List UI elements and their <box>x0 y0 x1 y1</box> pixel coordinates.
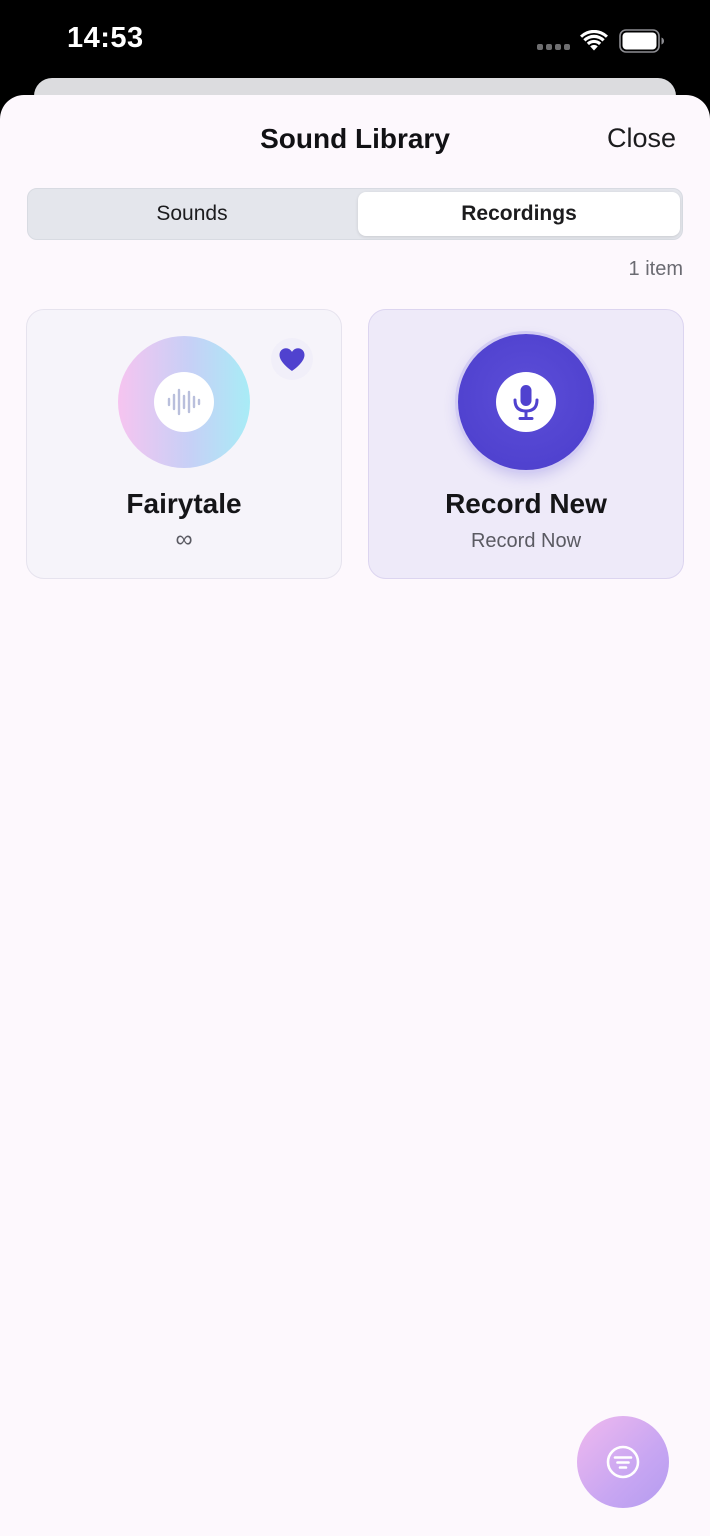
status-time: 14:53 <box>67 22 144 54</box>
card-title: Fairytale <box>126 488 242 519</box>
filter-icon <box>606 1445 640 1479</box>
card-subtitle: Record Now <box>470 530 582 552</box>
segmented-control: Sounds Recordings <box>27 188 683 240</box>
tab-sounds[interactable]: Sounds <box>31 192 353 236</box>
recording-card-fairytale[interactable]: Fairytale ∞ <box>26 309 342 579</box>
status-bar: 14:53 <box>0 0 710 80</box>
battery-icon <box>619 29 664 53</box>
record-new-card[interactable]: Record New Record Now <box>368 309 684 579</box>
wifi-icon <box>580 30 608 51</box>
favorite-button[interactable] <box>271 338 313 380</box>
cellular-signal-icon <box>537 44 571 50</box>
card-duration: ∞ <box>175 526 193 553</box>
waveform-icon <box>154 372 214 432</box>
page-title: Sound Library <box>260 123 450 154</box>
record-disc <box>458 334 594 470</box>
artwork-disc <box>118 336 250 468</box>
close-button[interactable]: Close <box>607 123 676 154</box>
card-title: Record New <box>445 488 607 519</box>
microphone-icon <box>496 372 556 432</box>
heart-icon <box>279 347 305 371</box>
filter-button[interactable] <box>577 1416 669 1508</box>
item-count: 1 item <box>628 258 683 280</box>
tab-recordings[interactable]: Recordings <box>358 192 680 236</box>
sound-library-sheet: Sound Library Close Sounds Recordings 1 … <box>0 95 710 1536</box>
